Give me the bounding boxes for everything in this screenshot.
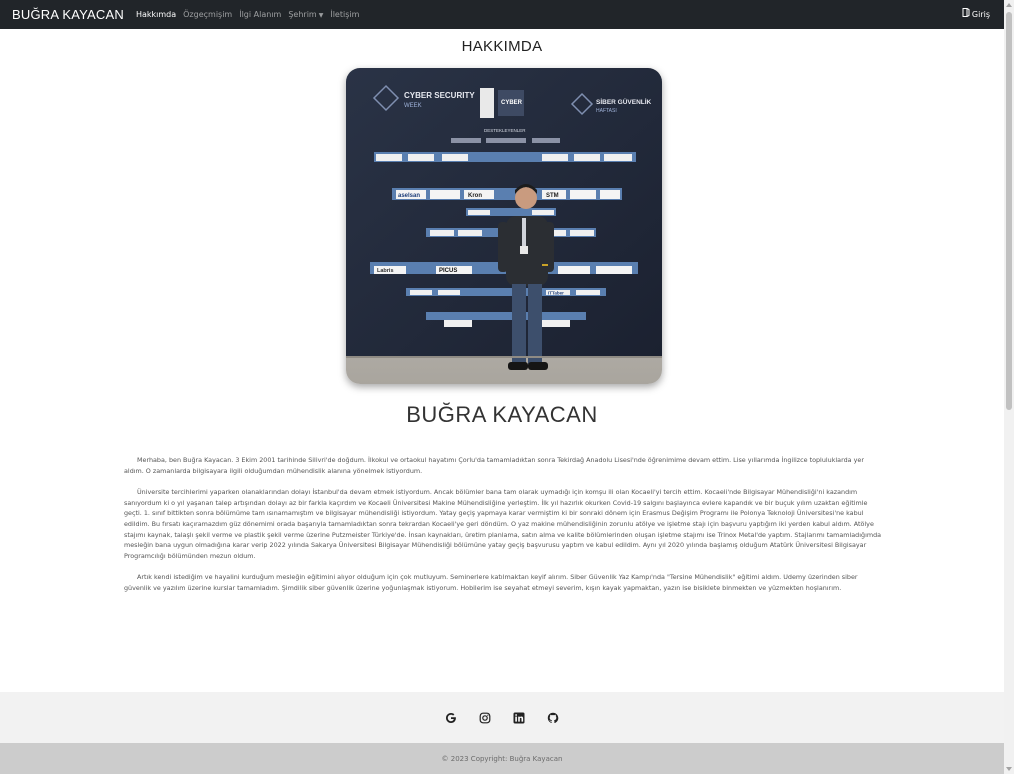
svg-text:CYBER: CYBER [501,100,523,106]
brand-link[interactable]: BUĞRA KAYACAN [12,7,124,22]
svg-text:SİBER GÜVENLİK: SİBER GÜVENLİK [596,97,652,106]
github-icon[interactable] [546,711,560,725]
social-links [434,711,570,725]
nav-link-ilgi-alanim[interactable]: İlgi Alanım [239,10,281,19]
scroll-down-arrow-icon[interactable] [1006,767,1012,771]
scroll-thumb[interactable] [1006,12,1012,410]
nav-dropdown-sehrim[interactable]: Şehrim ▼ [288,10,323,19]
svg-text:HAFTASI: HAFTASI [596,108,617,114]
bio-paragraph-3: Artık kendi istediğim ve hayalini kurduğ… [124,573,858,592]
profile-photo: CYBER SECURITY WEEK CYBER SİBER GÜVENLİK… [346,68,662,384]
nav-link-ozgecmisim[interactable]: Özgeçmişim [183,10,232,19]
section-title: HAKKIMDA [461,38,543,55]
copyright-text: © 2023 Copyright: Buğra Kayacan [441,754,563,763]
instagram-icon[interactable] [478,711,492,725]
person-name: BUĞRA KAYACAN [406,402,598,427]
login-label: Giriş [971,9,990,19]
svg-text:Labris: Labris [377,268,394,274]
svg-text:ITTaber: ITTaber [548,291,564,296]
top-navbar: BUĞRA KAYACAN Hakkımda Özgeçmişim İlgi A… [0,0,1004,29]
login-icon [962,8,970,20]
google-icon[interactable] [444,711,458,725]
svg-text:DESTEKLEYENLER: DESTEKLEYENLER [484,128,526,133]
nav-links: Hakkımda Özgeçmişim İlgi Alanım Şehrim ▼ … [136,10,366,19]
nav-dropdown-label: Şehrim [288,10,317,19]
nav-link-hakkimda[interactable]: Hakkımda [136,10,176,19]
svg-text:CYBER SECURITY: CYBER SECURITY [404,91,475,100]
nav-link-iletisim[interactable]: İletişim [330,10,359,19]
login-link[interactable]: Giriş [962,8,990,20]
svg-text:STM: STM [546,193,559,199]
svg-text:PICUS: PICUS [439,268,457,274]
svg-text:aselsan: aselsan [398,193,420,199]
page-scrollbar[interactable] [1004,0,1014,774]
linkedin-icon[interactable] [512,711,526,725]
copyright-bar: © 2023 Copyright: Buğra Kayacan [0,743,1004,774]
svg-text:Kron: Kron [468,193,482,199]
caret-down-icon: ▼ [318,12,324,19]
footer-social [0,692,1004,743]
scroll-up-arrow-icon[interactable] [1006,3,1012,7]
svg-text:WEEK: WEEK [404,103,422,109]
bio-paragraph-2: Üniversite tercihlerimi yaparken olanakl… [124,488,882,560]
bio-text: Merhaba, ben Buğra Kayacan. 3 Ekim 2001 … [124,455,884,605]
bio-paragraph-1: Merhaba, ben Buğra Kayacan. 3 Ekim 2001 … [124,456,864,475]
